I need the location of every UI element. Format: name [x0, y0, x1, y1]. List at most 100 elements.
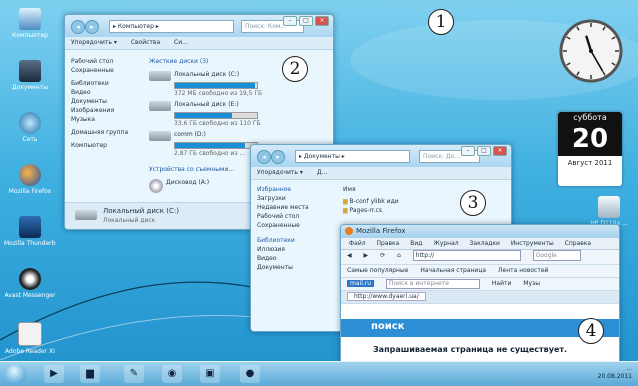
share-button[interactable]: Д...: [317, 169, 327, 176]
menu-history[interactable]: Журнал: [433, 240, 458, 247]
documents-nav-pane: Избранное Загрузки Недавние места Рабочи…: [257, 185, 335, 272]
callout-1: 1: [428, 9, 454, 35]
nav-item-music[interactable]: Музыка: [71, 115, 141, 124]
calendar-gadget[interactable]: суббота 20 Август 2011: [558, 112, 622, 186]
nav-item-favorites[interactable]: Избранное: [257, 185, 335, 194]
paint-icon[interactable]: ✎: [124, 365, 144, 383]
minimize-icon[interactable]: –: [283, 16, 297, 26]
clock-gadget[interactable]: [558, 18, 624, 84]
maximize-icon[interactable]: □: [477, 146, 491, 156]
back-arrow-icon[interactable]: ◂: [71, 20, 85, 34]
organize-button[interactable]: Упорядочить ▾: [71, 39, 117, 46]
nav-item-documents[interactable]: Документы: [71, 97, 141, 106]
details-drive-name: Локальный диск (C:): [103, 207, 179, 215]
forward-arrow-icon[interactable]: ▸: [271, 150, 285, 164]
firefox-page-content: поиск Запрашиваемая страница не существу…: [341, 315, 619, 363]
firefox-search-input[interactable]: Google: [532, 250, 581, 261]
bookmark-news-feed[interactable]: Лента новостей: [498, 267, 548, 274]
desktop-icon-printer[interactable]: HP D110a ...: [584, 196, 634, 227]
firefox-icon: [345, 227, 353, 235]
documents-title-bar[interactable]: ◂ ▸ ▸ Документы ▸ Поиск: До... – □ ×: [251, 145, 511, 167]
documents-address-bar[interactable]: ▸ Документы ▸: [295, 150, 410, 163]
music-button[interactable]: Музы: [523, 280, 540, 287]
nav-item-video[interactable]: Видео: [71, 88, 141, 97]
menu-help[interactable]: Справка: [565, 240, 591, 247]
minimize-icon[interactable]: –: [461, 146, 475, 156]
nav-item-saved[interactable]: Сохраненные: [71, 66, 141, 75]
desktop-icon-label: Сеть: [22, 136, 38, 143]
list-item[interactable]: ▆ Pages-rr.cs: [343, 206, 399, 215]
firefox-url-bar[interactable]: http://: [412, 250, 521, 261]
menu-file[interactable]: Файл: [349, 240, 366, 247]
drive-item[interactable]: Локальный диск (E:) 33,6 ГБ свободно из …: [149, 101, 299, 128]
hard-drive-icon: [149, 71, 171, 81]
nav-item-illusion[interactable]: Иллюзия: [257, 245, 335, 254]
desktop-icon-documents[interactable]: Документы: [4, 60, 56, 91]
nav-item-libraries[interactable]: Библиотеки: [257, 236, 335, 245]
firefox-title-bar[interactable]: Mozilla Firefox: [341, 225, 619, 238]
explorer-address-bar[interactable]: ▸ Компьютер ▸: [109, 20, 234, 33]
nav-item-recent[interactable]: Недавние места: [257, 203, 335, 212]
tray-time: ...: [626, 365, 632, 372]
browser-icon[interactable]: ◉: [162, 365, 182, 383]
clock-face-icon: [559, 19, 623, 83]
organize-button[interactable]: Упорядочить ▾: [257, 169, 303, 176]
maximize-icon[interactable]: □: [299, 16, 313, 26]
forward-arrow-icon[interactable]: ▶: [364, 252, 369, 259]
explorer-title-bar[interactable]: ◂ ▸ ▸ Компьютер ▸ Поиск: Ком... – □ ×: [65, 15, 333, 37]
media-player-icon[interactable]: ▶: [44, 365, 64, 383]
nav-item-desktop[interactable]: Рабочий стол: [257, 212, 335, 221]
nav-item-documents[interactable]: Документы: [257, 263, 335, 272]
menu-bookmarks[interactable]: Закладки: [470, 240, 500, 247]
name-column-header[interactable]: Имя: [343, 185, 356, 194]
drive-item[interactable]: Локальный диск (C:) 372 МБ свободно из 1…: [149, 71, 299, 98]
nav-item-images[interactable]: Изображения: [71, 106, 141, 115]
removable-group-header: Устройства со съемными...: [149, 166, 235, 173]
system-button[interactable]: Си...: [174, 39, 188, 46]
desktop-icon-label: Документы: [12, 84, 48, 91]
desktop-icon-adobe-reader[interactable]: Adobe Reader XI: [4, 322, 56, 355]
nav-item-saved[interactable]: Сохраненные: [257, 221, 335, 230]
documents-icon: [19, 60, 41, 82]
back-arrow-icon[interactable]: ◀: [347, 252, 352, 259]
firefox-tab[interactable]: http://www.dyaeri.ua/: [347, 292, 426, 301]
nav-item-video[interactable]: Видео: [257, 254, 335, 263]
nav-item-desktop[interactable]: Рабочий стол: [71, 57, 141, 66]
explorer-icon[interactable]: ▆: [80, 365, 100, 383]
dvd-drive-item[interactable]: Дисковод (A:): [149, 179, 209, 193]
home-icon[interactable]: ⌂: [397, 252, 401, 259]
nav-item-downloads[interactable]: Загрузки: [257, 194, 335, 203]
close-icon[interactable]: ×: [493, 146, 507, 156]
menu-tools[interactable]: Инструменты: [511, 240, 554, 247]
list-item[interactable]: ▆ B-conf ylibk иди: [343, 197, 399, 206]
firefox-icon: [19, 164, 41, 186]
desktop-icon-messenger[interactable]: Avast Messenger: [4, 268, 56, 299]
firefox-window[interactable]: Mozilla Firefox Файл Правка Вид Журнал З…: [340, 224, 620, 364]
firefox-icon[interactable]: ●: [240, 365, 260, 383]
drive-usage-bar: [174, 142, 258, 149]
reload-icon[interactable]: ⟳: [380, 252, 385, 259]
firefox-tab-strip: http://www.dyaeri.ua/: [341, 291, 619, 304]
start-button[interactable]: [6, 364, 26, 384]
desktop-icon-network[interactable]: Сеть: [4, 112, 56, 143]
back-arrow-icon[interactable]: ◂: [257, 150, 271, 164]
forward-arrow-icon[interactable]: ▸: [85, 20, 99, 34]
bookmark-home-page[interactable]: Начальная страница: [420, 267, 486, 274]
explorer-toolbar: Упорядочить ▾ Свойства Си...: [65, 37, 333, 50]
properties-button[interactable]: Свойства: [131, 39, 160, 46]
system-tray-clock[interactable]: ... 20.08.2011: [598, 365, 632, 381]
window-icon[interactable]: ▣: [200, 365, 220, 383]
nav-item-computer[interactable]: Компьютер: [71, 141, 141, 150]
toolbar-search-input[interactable]: Поиск в интернете: [385, 279, 480, 289]
nav-item-homegroup[interactable]: Домашняя группа: [71, 128, 141, 137]
desktop-icon-computer[interactable]: Компьютер: [4, 8, 56, 39]
file-name: B-conf ylibk иди: [349, 198, 399, 205]
bookmark-most-visited[interactable]: Самые популярные: [347, 267, 408, 274]
menu-edit[interactable]: Правка: [377, 240, 400, 247]
desktop-icon-firefox[interactable]: Mozilla Firefox: [4, 164, 56, 195]
close-icon[interactable]: ×: [315, 16, 329, 26]
desktop-icon-thunderbird[interactable]: Mozilla Thunderbird: [4, 216, 56, 247]
menu-view[interactable]: Вид: [410, 240, 422, 247]
nav-item-libraries[interactable]: Библиотеки: [71, 79, 141, 88]
find-button[interactable]: Найти: [492, 280, 511, 287]
